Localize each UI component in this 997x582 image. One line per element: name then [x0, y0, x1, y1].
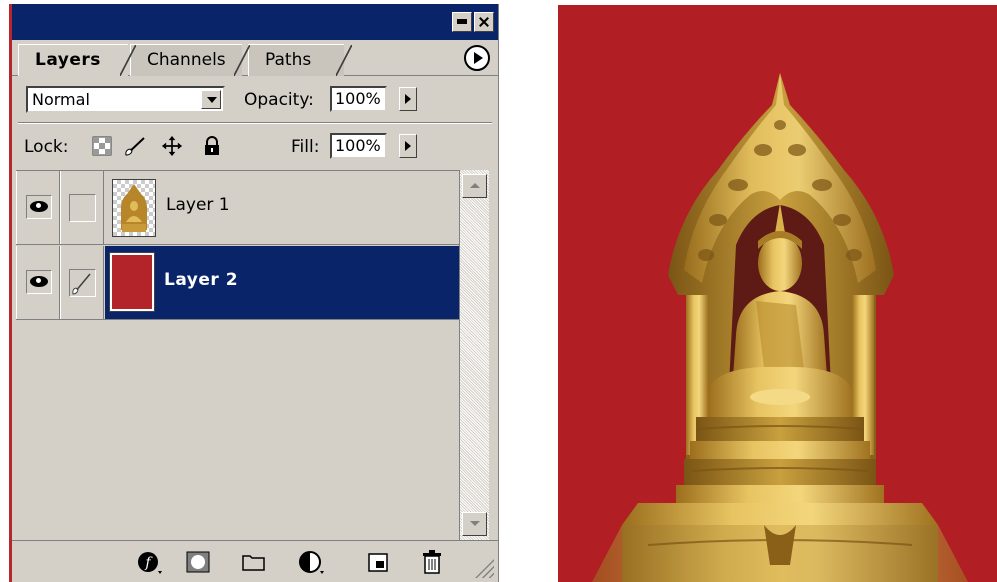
layer-style-icon[interactable]: f — [136, 549, 164, 575]
blend-mode-value: Normal — [32, 90, 90, 109]
link-cell[interactable] — [60, 246, 104, 319]
layer-row-layer-2[interactable]: Layer 2 — [16, 246, 459, 320]
layer-row-layer-1[interactable]: Layer 1 — [16, 171, 459, 245]
blend-opacity-row: Normal Opacity: 100% — [12, 80, 498, 120]
opacity-slider-arrow-icon[interactable] — [399, 87, 417, 111]
buddha-thumbnail-icon — [120, 184, 148, 232]
layers-palette: Layers Channels Paths Normal Opacity: 10… — [9, 4, 499, 582]
lock-paint-brush-icon[interactable] — [124, 136, 148, 156]
link-empty-box[interactable] — [69, 194, 96, 222]
close-icon[interactable] — [474, 12, 494, 32]
tab-layers[interactable]: Layers — [18, 44, 136, 76]
scroll-up-icon[interactable] — [462, 174, 487, 198]
layers-scrollbar[interactable] — [459, 170, 489, 540]
lock-transparency-icon[interactable] — [92, 136, 112, 156]
lock-position-move-icon[interactable] — [160, 136, 184, 156]
lock-all-padlock-icon[interactable] — [202, 136, 222, 156]
blend-mode-select[interactable]: Normal — [26, 86, 225, 113]
layer-name[interactable]: Layer 2 — [164, 270, 238, 290]
opacity-label: Opacity: — [244, 90, 314, 110]
layer-mask-icon[interactable] — [184, 549, 212, 575]
layer-1-thumbnail[interactable] — [112, 179, 156, 237]
lock-label: Lock: — [24, 137, 69, 157]
visibility-cell[interactable] — [16, 171, 60, 244]
layers-list: Layer 1 Layer 2 — [16, 170, 459, 540]
lock-fill-row: Lock: Fill: 100% — [12, 126, 498, 170]
paint-brush-icon — [72, 273, 91, 295]
fill-label: Fill: — [291, 137, 320, 157]
tab-paths[interactable]: Paths — [248, 44, 352, 76]
palette-tabs: Layers Channels Paths — [12, 40, 498, 76]
tab-channels[interactable]: Channels — [130, 44, 250, 76]
layer-2-thumbnail[interactable] — [109, 252, 155, 312]
new-folder-icon[interactable] — [240, 549, 268, 575]
dropdown-arrow-icon[interactable] — [201, 90, 221, 109]
palette-titlebar[interactable] — [12, 4, 498, 40]
eye-icon[interactable] — [26, 270, 52, 294]
trash-icon[interactable] — [418, 549, 446, 575]
eye-icon[interactable] — [26, 195, 52, 219]
selected-layer-highlight[interactable]: Layer 2 — [105, 246, 459, 319]
opacity-input[interactable]: 100% — [330, 86, 387, 112]
buddha-statue-image — [558, 5, 997, 582]
scroll-down-icon[interactable] — [462, 512, 487, 536]
resize-grip-icon[interactable] — [470, 554, 494, 578]
minimize-icon[interactable] — [452, 12, 472, 32]
layer-name[interactable]: Layer 1 — [166, 195, 230, 215]
fill-input[interactable]: 100% — [330, 133, 387, 159]
palette-menu-icon[interactable] — [464, 45, 490, 71]
brush-link-box[interactable] — [69, 269, 96, 297]
visibility-cell[interactable] — [16, 246, 60, 319]
document-canvas[interactable] — [558, 5, 997, 582]
link-cell[interactable] — [60, 171, 104, 244]
palette-bottom-bar: f — [12, 540, 498, 582]
adjustment-layer-icon[interactable] — [298, 549, 326, 575]
new-layer-icon[interactable] — [364, 549, 392, 575]
fill-slider-arrow-icon[interactable] — [399, 134, 417, 158]
divider — [18, 122, 492, 124]
